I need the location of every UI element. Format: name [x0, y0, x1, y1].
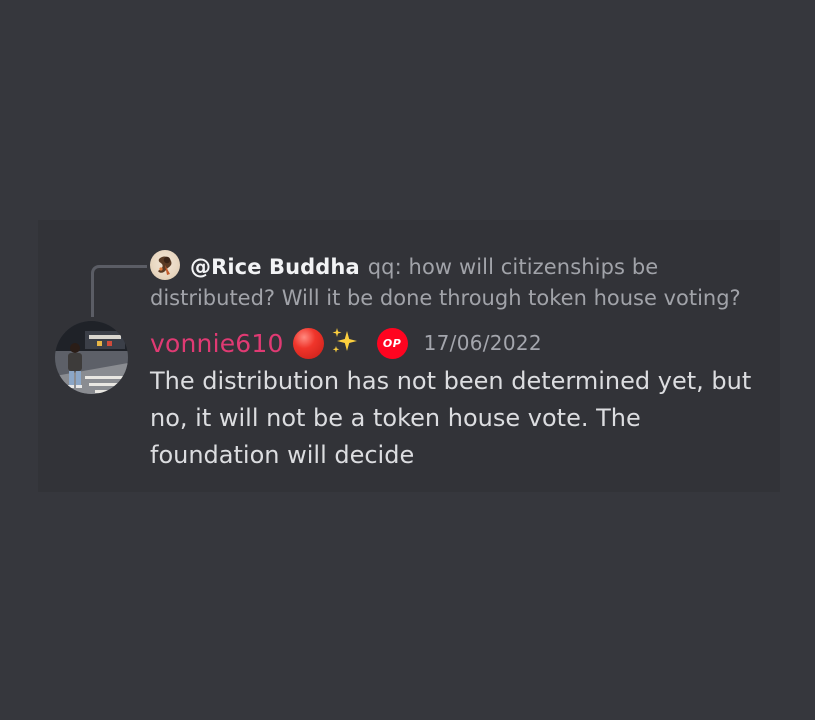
reply-preview-text-line2[interactable]: distributed? Will it be done through tok… [150, 284, 741, 312]
chat-message: @Rice Buddha qq: how will citizenships be… [38, 220, 780, 492]
reply-author-avatar[interactable] [150, 250, 180, 280]
author-avatar[interactable] [55, 321, 128, 394]
author-username[interactable]: vonnie610 [150, 329, 284, 358]
red-circle-icon [292, 327, 324, 359]
reply-connector-line [91, 265, 147, 317]
screenshot-stage: @Rice Buddha qq: how will citizenships be… [0, 0, 815, 720]
optimism-op-icon: OP [376, 327, 408, 359]
message-content: The distribution has not been determined… [150, 367, 752, 469]
reply-preview[interactable]: @Rice Buddha qq: how will citizenships be [190, 253, 658, 281]
reply-preview-text-line1: qq: how will citizenships be [367, 255, 659, 279]
sparkles-icon [330, 326, 360, 360]
message-header: vonnie610 OP 17/06/2022 [150, 324, 542, 362]
message-timestamp: 17/06/2022 [423, 331, 542, 355]
reply-author-name[interactable]: @Rice Buddha [190, 255, 360, 279]
